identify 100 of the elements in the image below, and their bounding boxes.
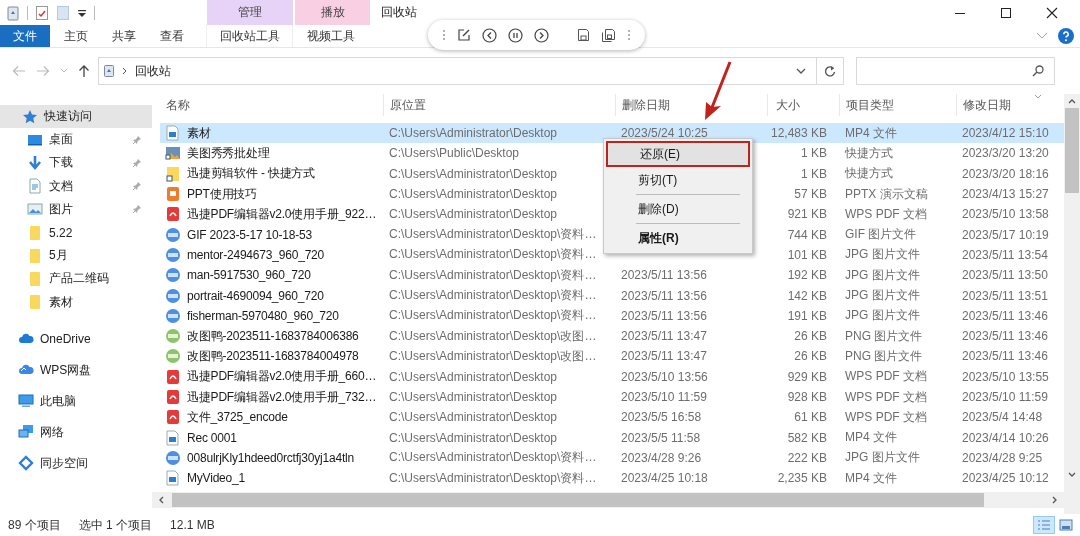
scrollbar-thumb[interactable] <box>1065 108 1079 193</box>
table-cell-text: C:\Users\Administrator\Desktop\资料… <box>388 469 598 487</box>
breadcrumb-item[interactable]: 回收站 <box>135 62 171 80</box>
file-name[interactable]: fisherman-5970480_960_720 <box>187 308 339 323</box>
table-cell-text: 928 KB <box>786 389 828 406</box>
pin-icon[interactable] <box>132 181 142 192</box>
file-name[interactable]: 迅捷PDF编辑器v2.0使用手册_922… <box>187 205 377 223</box>
dropdown-icon[interactable] <box>796 68 806 74</box>
scroll-right-icon[interactable] <box>1052 496 1058 504</box>
sidebar-item[interactable]: 桌面 <box>0 128 152 152</box>
recycle-bin-icon[interactable] <box>6 4 20 21</box>
menu-item[interactable]: 删除(D) <box>606 196 750 222</box>
table-cell-text: 191 KB <box>786 307 828 325</box>
file-tab[interactable]: 文件 <box>0 25 50 47</box>
up-icon[interactable] <box>78 64 90 78</box>
refresh-icon[interactable] <box>824 64 836 78</box>
ribbon-tab[interactable]: 查看 <box>148 25 196 47</box>
close-icon[interactable] <box>1046 6 1058 19</box>
sidebar-item[interactable]: 图片 <box>0 197 152 221</box>
drag-handle-icon[interactable] <box>627 29 632 41</box>
pause-icon[interactable] <box>507 27 523 43</box>
file-name[interactable]: 迅捷PDF编辑器v2.0使用手册_732… <box>187 388 377 406</box>
file-name[interactable]: MyVideo_1 <box>187 471 246 486</box>
file-name[interactable]: man-5917530_960_720 <box>187 268 311 283</box>
scroll-down-icon[interactable] <box>1068 472 1076 478</box>
menu-item[interactable]: 还原(E) <box>606 141 750 167</box>
sidebar-item[interactable]: 产品二维码 <box>0 267 152 291</box>
file-name[interactable]: 迅捷PDF编辑器v2.0使用手册_660… <box>187 368 377 386</box>
sidebar-item[interactable]: 网络 <box>0 416 152 448</box>
file-name[interactable]: 改图鸭-2023511-1683784004978 <box>187 347 359 365</box>
pin-icon[interactable] <box>132 157 142 168</box>
sidebar-item[interactable]: 5月 <box>0 244 152 268</box>
folder-icon <box>27 247 43 264</box>
previous-icon[interactable] <box>481 27 497 43</box>
scroll-up-icon[interactable] <box>1068 98 1076 104</box>
checked-document-icon[interactable] <box>35 4 49 21</box>
folder-icon <box>27 270 43 287</box>
menu-item[interactable]: 剪切(T) <box>606 167 750 193</box>
menu-item[interactable]: 属性(R) <box>606 225 750 251</box>
table-cell-text: 57 KB <box>793 186 828 204</box>
scrollbar-thumb[interactable] <box>172 493 984 507</box>
presentation-file-icon <box>165 186 181 203</box>
file-name[interactable]: 迅捷剪辑软件 - 快捷方式 <box>187 165 316 183</box>
sidebar-item[interactable]: 素材 <box>0 290 152 314</box>
file-name[interactable]: 美图秀秀批处理 <box>187 144 270 162</box>
file-name[interactable]: 素材 <box>187 124 211 142</box>
column-header[interactable]: 原位置 <box>383 94 615 116</box>
table-cell-text: C:\Users\Administrator\Desktop <box>388 186 559 204</box>
file-name[interactable]: mentor-2494673_960_720 <box>187 247 325 262</box>
file-name[interactable]: 008ulrjKly1hdeed0rctfj30yj1a4tln <box>187 450 355 465</box>
drag-handle-icon[interactable] <box>441 29 446 41</box>
file-name[interactable]: 文件_3725_encode <box>187 408 288 426</box>
maximize-icon[interactable] <box>1000 6 1012 19</box>
column-header[interactable]: 项目类型 <box>839 94 956 116</box>
sidebar-item[interactable]: 5.22 <box>0 220 152 245</box>
address-field[interactable]: 回收站 <box>98 57 817 85</box>
pictures-icon <box>27 201 43 218</box>
sort-chevron-icon[interactable] <box>1034 94 1042 99</box>
sidebar-item[interactable]: 下载 <box>0 151 152 175</box>
sidebar-item[interactable]: 此电脑 <box>0 385 152 417</box>
save-all-icon[interactable] <box>601 27 617 43</box>
large-icons-view-icon[interactable] <box>1056 517 1076 533</box>
table-cell-text: WPS PDF 文档 <box>844 368 928 386</box>
search-icon[interactable] <box>1032 65 1044 77</box>
table-cell-text: 61 KB <box>793 409 828 427</box>
breadcrumb-chevron-icon[interactable] <box>122 67 128 75</box>
scroll-left-icon[interactable] <box>158 496 164 504</box>
sidebar-item[interactable]: OneDrive <box>0 323 152 355</box>
save-icon[interactable] <box>577 28 591 42</box>
ribbon-tab[interactable]: 共享 <box>100 25 148 47</box>
ribbon-tab[interactable]: 视频工具 <box>292 25 368 47</box>
table-cell-text: 2023/5/11 13:47 <box>620 348 708 366</box>
search-field[interactable] <box>856 57 1055 85</box>
file-name[interactable]: 改图鸭-2023511-1683784006386 <box>187 327 359 345</box>
file-name[interactable]: GIF 2023-5-17 10-18-53 <box>187 227 312 242</box>
sidebar-item[interactable]: 同步空间 <box>0 447 152 479</box>
table-cell-text: 2023/4/25 10:18 <box>620 470 709 488</box>
chevron-down-icon[interactable] <box>1036 32 1048 40</box>
sidebar-item[interactable]: 文档 <box>0 174 152 198</box>
file-name[interactable]: PPT使用技巧 <box>187 185 257 203</box>
file-name[interactable]: portrait-4690094_960_720 <box>187 288 324 303</box>
help-icon[interactable] <box>1058 28 1074 44</box>
ribbon-tab[interactable]: 回收站工具 <box>206 25 292 47</box>
vertical-scrollbar[interactable] <box>1064 94 1080 514</box>
horizontal-scrollbar[interactable] <box>152 492 1064 508</box>
folder-icon <box>27 224 43 241</box>
column-header[interactable]: 修改日期 <box>956 94 1060 116</box>
sidebar-item[interactable]: 快速访问 <box>0 105 152 129</box>
next-icon[interactable] <box>534 27 549 43</box>
image-file-icon <box>165 307 181 324</box>
sidebar-item[interactable]: WPS网盘 <box>0 354 152 386</box>
file-name[interactable]: Rec 0001 <box>187 430 237 445</box>
ribbon-tab[interactable]: 主页 <box>52 25 100 47</box>
edit-icon[interactable] <box>456 28 471 42</box>
pin-icon[interactable] <box>132 134 142 145</box>
column-header[interactable]: 名称 <box>160 94 383 116</box>
image-file-icon <box>165 287 181 304</box>
table-cell-text: WPS PDF 文档 <box>844 205 928 223</box>
pin-icon[interactable] <box>132 204 142 215</box>
column-header[interactable]: 大小 <box>767 94 839 116</box>
